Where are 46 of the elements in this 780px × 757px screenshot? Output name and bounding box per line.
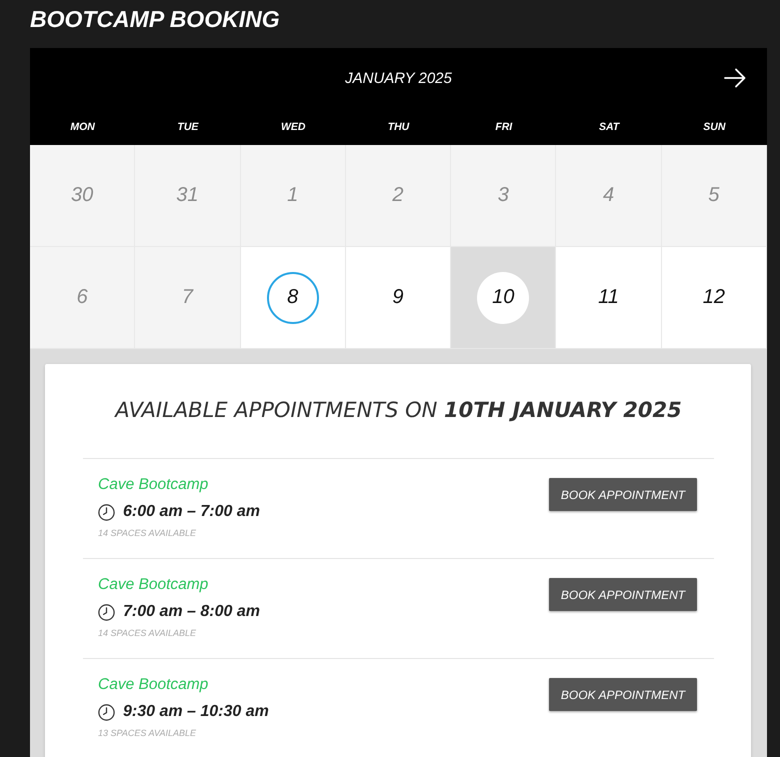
weekday-label: WED: [280, 120, 306, 132]
clock-icon: [98, 704, 115, 720]
appointments-heading: AVAILABLE APPOINTMENTS ON 10TH JANUARY 2025: [115, 397, 682, 423]
day-number: 12: [702, 285, 726, 310]
class-name: Cave Bootcamp: [98, 675, 208, 695]
day-cell[interactable]: 12: [662, 247, 767, 349]
day-cell[interactable]: 9: [346, 247, 452, 349]
weekday-label: TUE: [177, 120, 198, 132]
day-number: 9: [391, 285, 405, 310]
month-label: JANUARY 2025: [345, 70, 452, 86]
page-title: BOOTCAMP BOOKING: [30, 5, 280, 34]
spaces-available-text: 14 SPACES AVAILABLE: [98, 527, 196, 539]
day-number: 10: [477, 272, 530, 324]
day-number: 4: [602, 183, 616, 208]
day-number: 2: [391, 183, 405, 208]
weekday-label: SUN: [703, 120, 726, 132]
spaces-available-text: 14 SPACES AVAILABLE: [98, 627, 196, 639]
weekday-label: FRI: [495, 120, 512, 132]
day-cell[interactable]: 8: [240, 247, 346, 349]
day-number: 31: [175, 183, 200, 208]
day-cell[interactable]: 10: [451, 247, 556, 349]
clock-icon: [98, 504, 115, 520]
weekday-label: THU: [388, 120, 410, 132]
day-cell[interactable]: 11: [556, 247, 662, 349]
class-name: Cave Bootcamp: [98, 575, 208, 595]
day-number: 5: [707, 183, 720, 208]
day-number: 30: [70, 183, 94, 208]
class-name: Cave Bootcamp: [98, 475, 208, 495]
weekday-label: SAT: [598, 120, 620, 132]
day-number: 7: [180, 285, 194, 310]
next-month-button[interactable]: [724, 68, 746, 88]
arrow-right-icon: [724, 68, 746, 88]
day-number: 3: [496, 183, 510, 208]
weekday-label: MON: [70, 120, 95, 132]
book-appointment-button[interactable]: BOOK APPOINTMENT: [549, 578, 697, 611]
clock-icon: [98, 604, 115, 620]
book-appointment-button[interactable]: BOOK APPOINTMENT: [549, 478, 697, 511]
day-number: 1: [286, 183, 300, 208]
time-range: 6:00 am – 7:00 am: [123, 502, 260, 522]
book-appointment-button[interactable]: BOOK APPOINTMENT: [549, 678, 697, 711]
time-range: 7:00 am – 8:00 am: [123, 602, 260, 622]
day-number: 11: [597, 285, 620, 310]
time-range: 9:30 am – 10:30 am: [123, 702, 269, 722]
spaces-available-text: 13 SPACES AVAILABLE: [98, 727, 196, 739]
day-number: 6: [76, 285, 89, 310]
day-number: 8: [266, 272, 319, 324]
